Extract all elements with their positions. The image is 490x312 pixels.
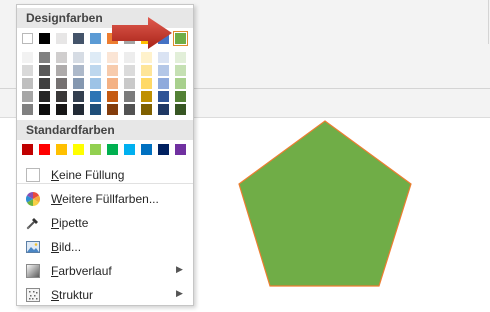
menu-item-ipette[interactable]: Pipette — [17, 211, 193, 235]
menu-item-eitere-füllfarben[interactable]: Weitere Füllfarben... — [17, 187, 193, 211]
theme-shade-swatch[interactable] — [158, 52, 169, 63]
theme-shade-swatch[interactable] — [90, 78, 101, 89]
standard-color-swatch[interactable] — [124, 144, 135, 155]
menu-item-truktur[interactable]: Struktur ▶ — [17, 283, 193, 307]
menu-item-label: Bild... — [51, 240, 82, 254]
theme-shade-swatch[interactable] — [22, 65, 33, 76]
theme-color-swatch[interactable] — [39, 33, 50, 44]
eyedropper-icon — [26, 216, 40, 230]
theme-shade-swatch[interactable] — [107, 52, 118, 63]
theme-shade-swatch[interactable] — [124, 91, 135, 102]
theme-color-swatch[interactable] — [56, 33, 67, 44]
menu-item-label: Weitere Füllfarben... — [51, 192, 159, 206]
submenu-arrow-icon: ▶ — [176, 264, 183, 274]
theme-shade-swatch[interactable] — [22, 78, 33, 89]
theme-shade-swatch[interactable] — [22, 104, 33, 115]
theme-shade-swatch[interactable] — [158, 104, 169, 115]
theme-shade-swatch[interactable] — [73, 52, 84, 63]
red-arrow-icon — [112, 17, 172, 49]
theme-shade-swatch[interactable] — [39, 65, 50, 76]
theme-shade-swatch[interactable] — [141, 104, 152, 115]
theme-shade-swatch[interactable] — [107, 104, 118, 115]
theme-shade-swatch[interactable] — [56, 78, 67, 89]
theme-shade-swatch[interactable] — [22, 91, 33, 102]
theme-shade-swatch[interactable] — [158, 91, 169, 102]
theme-shade-swatch[interactable] — [124, 52, 135, 63]
theme-shade-swatch[interactable] — [56, 104, 67, 115]
standard-color-swatch[interactable] — [141, 144, 152, 155]
menu-item-ild[interactable]: Bild... — [17, 235, 193, 259]
gradient-icon — [26, 264, 40, 278]
standard-color-swatch[interactable] — [90, 144, 101, 155]
theme-shade-swatch[interactable] — [124, 78, 135, 89]
theme-shade-swatch[interactable] — [107, 65, 118, 76]
theme-color-swatch[interactable] — [90, 33, 101, 44]
standard-color-swatch[interactable] — [22, 144, 33, 155]
menu-item-label: Farbverlauf — [51, 264, 112, 278]
texture-icon — [26, 288, 40, 302]
menu-item-label: Keine Füllung — [51, 168, 125, 182]
pentagon-shape[interactable] — [238, 120, 412, 287]
theme-shade-swatch[interactable] — [124, 104, 135, 115]
theme-shade-swatch[interactable] — [22, 52, 33, 63]
theme-shade-swatch[interactable] — [141, 52, 152, 63]
theme-color-swatch[interactable] — [73, 33, 84, 44]
theme-shade-swatch[interactable] — [124, 65, 135, 76]
menu-item-arbverlauf[interactable]: Farbverlauf ▶ — [17, 259, 193, 283]
theme-shade-swatch[interactable] — [39, 104, 50, 115]
theme-shade-swatch[interactable] — [73, 78, 84, 89]
theme-shade-swatch[interactable] — [175, 78, 186, 89]
standard-color-swatch[interactable] — [56, 144, 67, 155]
theme-shade-swatch[interactable] — [39, 78, 50, 89]
theme-shade-swatch[interactable] — [158, 65, 169, 76]
theme-shade-swatch[interactable] — [73, 104, 84, 115]
theme-shade-swatch[interactable] — [175, 65, 186, 76]
color-wheel-icon — [26, 192, 40, 206]
standard-color-swatch[interactable] — [158, 144, 169, 155]
theme-shade-swatch[interactable] — [175, 91, 186, 102]
theme-shade-swatch[interactable] — [39, 91, 50, 102]
standard-color-swatch[interactable] — [39, 144, 50, 155]
standard-color-swatch[interactable] — [73, 144, 84, 155]
theme-shade-swatch[interactable] — [158, 78, 169, 89]
theme-shade-swatch[interactable] — [90, 91, 101, 102]
theme-shade-swatch[interactable] — [73, 91, 84, 102]
menu-item-eine-füllung[interactable]: Keine Füllung — [17, 163, 193, 187]
theme-shade-swatch[interactable] — [141, 65, 152, 76]
theme-shade-swatch[interactable] — [175, 104, 186, 115]
menu-item-label: Pipette — [51, 216, 89, 230]
menu-item-label: Struktur — [51, 288, 94, 302]
standard-color-swatch[interactable] — [175, 144, 186, 155]
theme-shade-swatch[interactable] — [141, 78, 152, 89]
theme-color-swatch[interactable] — [22, 33, 33, 44]
theme-color-swatch[interactable] — [173, 31, 188, 46]
standard-color-swatch[interactable] — [107, 144, 118, 155]
theme-shade-swatch[interactable] — [107, 78, 118, 89]
theme-shade-swatch[interactable] — [90, 104, 101, 115]
theme-shade-swatch[interactable] — [175, 52, 186, 63]
standard-colors-header: Standardfarben — [17, 120, 193, 140]
theme-shade-swatch[interactable] — [73, 65, 84, 76]
theme-shade-swatch[interactable] — [107, 91, 118, 102]
theme-shade-swatch[interactable] — [39, 52, 50, 63]
theme-shade-swatch[interactable] — [141, 91, 152, 102]
theme-shade-swatch[interactable] — [90, 52, 101, 63]
submenu-arrow-icon: ▶ — [176, 288, 183, 298]
theme-shade-swatch[interactable] — [90, 65, 101, 76]
no-fill-swatch-icon — [26, 168, 40, 182]
picture-icon — [26, 240, 40, 254]
theme-shade-swatch[interactable] — [56, 52, 67, 63]
theme-shade-swatch[interactable] — [56, 65, 67, 76]
theme-shade-swatch[interactable] — [56, 91, 67, 102]
